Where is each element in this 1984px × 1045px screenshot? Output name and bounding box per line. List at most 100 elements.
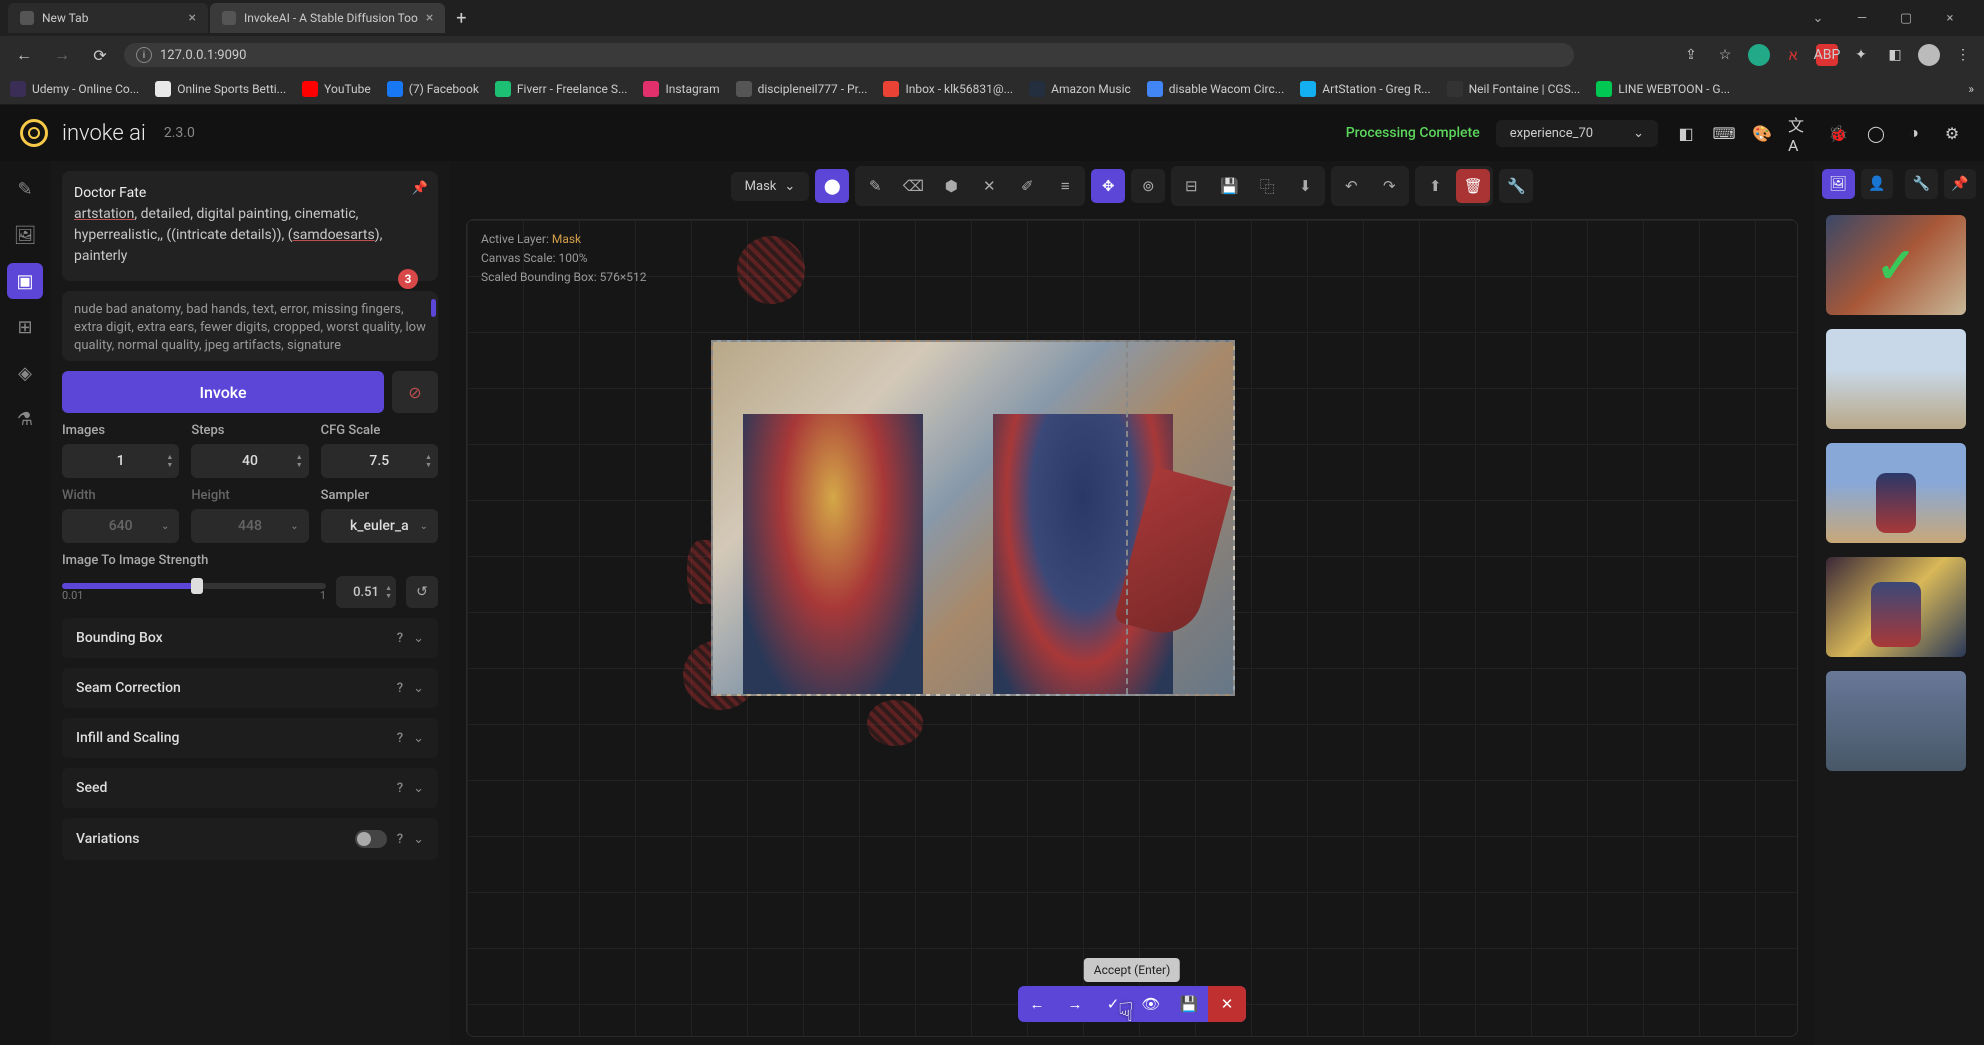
tool-brush-button[interactable]: ✎	[858, 169, 892, 203]
gallery-thumbnail[interactable]: ✓	[1826, 215, 1966, 315]
close-icon[interactable]: ×	[426, 10, 433, 26]
adblock-icon[interactable]: ABP	[1816, 44, 1838, 66]
profile-avatar[interactable]	[1918, 44, 1940, 66]
rail-img2img[interactable]: 🖼	[7, 217, 43, 253]
gallery-images-tab[interactable]: 🖼	[1822, 169, 1855, 199]
extension-icon[interactable]: א	[1782, 44, 1804, 66]
stepper-icon[interactable]: ▲▼	[425, 453, 432, 469]
save-staged-button[interactable]: 💾	[1170, 986, 1208, 1022]
help-icon[interactable]: ?	[397, 681, 403, 696]
canvas-settings-button[interactable]: 🔧	[1499, 169, 1533, 203]
accept-button[interactable]: ✓	[1094, 986, 1132, 1022]
generated-image[interactable]	[711, 340, 1235, 696]
rail-txt2img[interactable]: ✎	[7, 171, 43, 207]
extension-icon[interactable]	[1748, 44, 1770, 66]
save-canvas-button[interactable]: 💾	[1212, 169, 1246, 203]
prompt-input[interactable]: 📌 Doctor Fate artstation, detailed, digi…	[62, 171, 438, 281]
browser-tab[interactable]: InvokeAI - A Stable Diffusion Too ×	[210, 3, 445, 33]
extensions-icon[interactable]: ✦	[1850, 44, 1872, 66]
gallery-pin-button[interactable]: 📌	[1944, 169, 1977, 199]
github-icon[interactable]: ◯	[1864, 121, 1888, 145]
merge-button[interactable]: ⊟	[1174, 169, 1208, 203]
download-button[interactable]: ⬇	[1288, 169, 1322, 203]
bug-icon[interactable]: 🐞	[1826, 121, 1850, 145]
bookmark-star-icon[interactable]: ☆	[1714, 44, 1736, 66]
bookmarks-overflow-icon[interactable]: »	[1968, 82, 1974, 96]
stepper-icon[interactable]: ▲▼	[166, 453, 173, 469]
model-select[interactable]: experience_70 ⌄	[1496, 120, 1658, 147]
invoke-button[interactable]: Invoke	[62, 371, 384, 413]
accordion-bounding-box[interactable]: Bounding Box?⌄	[62, 618, 438, 658]
bookmark-item[interactable]: Inbox - klk56831@...	[883, 81, 1013, 97]
tool-eraser-button[interactable]: ⌫	[896, 169, 930, 203]
negative-prompt-input[interactable]: nude bad anatomy, bad hands, text, error…	[62, 291, 438, 361]
pin-icon[interactable]: 📌	[412, 179, 428, 199]
bookmark-item[interactable]: Amazon Music	[1029, 81, 1131, 97]
chevron-down-icon[interactable]: ⌄	[1800, 4, 1836, 32]
slider-thumb[interactable]	[191, 578, 203, 594]
side-panel-icon[interactable]: ◧	[1884, 44, 1906, 66]
tool-mask-button[interactable]: ⬤	[815, 169, 849, 203]
tool-options-button[interactable]: ≡	[1048, 169, 1082, 203]
cube-icon[interactable]: ◧	[1674, 121, 1698, 145]
height-select[interactable]: 448⌄	[191, 509, 308, 543]
maximize-icon[interactable]: ▢	[1888, 4, 1924, 32]
gallery-user-tab[interactable]: 👤	[1861, 169, 1894, 199]
new-tab-button[interactable]: +	[447, 4, 475, 32]
cancel-button[interactable]: ⊘	[392, 371, 438, 413]
bookmark-item[interactable]: Neil Fontaine | CGS...	[1447, 81, 1581, 97]
canvas-viewport[interactable]: Active Layer: Mask Canvas Scale: 100% Sc…	[466, 219, 1798, 1037]
gallery-settings-button[interactable]: 🔧	[1905, 169, 1938, 199]
close-window-icon[interactable]: ×	[1932, 4, 1968, 32]
bookmark-item[interactable]: Fiverr - Freelance S...	[495, 81, 628, 97]
reload-button[interactable]: ⟳	[86, 41, 114, 69]
next-button[interactable]: →	[1056, 986, 1094, 1022]
strength-slider[interactable]	[62, 583, 326, 589]
info-icon[interactable]: i	[136, 47, 152, 63]
settings-gear-icon[interactable]: ⚙	[1940, 121, 1964, 145]
bookmark-item[interactable]: discipleneil777 - Pr...	[736, 81, 868, 97]
accordion-seed[interactable]: Seed?⌄	[62, 768, 438, 808]
tool-clear-button[interactable]: ✕	[972, 169, 1006, 203]
forward-button[interactable]: →	[48, 41, 76, 69]
layer-select[interactable]: Mask⌄	[731, 172, 810, 201]
discord-icon[interactable]: ◑	[1902, 121, 1926, 145]
tool-eyedropper-button[interactable]: ✐	[1010, 169, 1044, 203]
bookmark-item[interactable]: Online Sports Betti...	[155, 81, 286, 97]
stepper-icon[interactable]: ▲▼	[385, 584, 392, 600]
gallery-thumbnail[interactable]	[1826, 671, 1966, 771]
width-select[interactable]: 640⌄	[62, 509, 179, 543]
bookmark-item[interactable]: Instagram	[643, 81, 719, 97]
menu-icon[interactable]: ⋮	[1952, 44, 1974, 66]
rail-postprocess[interactable]: ◈	[7, 355, 43, 391]
rail-canvas[interactable]: ▣	[7, 263, 43, 299]
bookmark-item[interactable]: Udemy - Online Co...	[10, 81, 139, 97]
undo-button[interactable]: ↶	[1334, 169, 1368, 203]
tool-move-button[interactable]: ✥	[1091, 169, 1125, 203]
browser-tab[interactable]: New Tab ×	[8, 3, 208, 33]
bookmark-item[interactable]: ArtStation - Greg R...	[1300, 81, 1430, 97]
url-input[interactable]: i 127.0.0.1:9090	[124, 43, 1574, 67]
help-icon[interactable]: ?	[397, 731, 403, 746]
keyboard-icon[interactable]: ⌨	[1712, 121, 1736, 145]
bookmark-item[interactable]: disable Wacom Circ...	[1147, 81, 1284, 97]
accordion-infill-scaling[interactable]: Infill and Scaling?⌄	[62, 718, 438, 758]
help-icon[interactable]: ?	[397, 832, 403, 847]
gallery-thumbnail[interactable]	[1826, 443, 1966, 543]
palette-icon[interactable]: 🎨	[1750, 121, 1774, 145]
stepper-icon[interactable]: ▲▼	[296, 453, 303, 469]
reset-strength-button[interactable]: ↺	[406, 576, 438, 608]
prev-button[interactable]: ←	[1018, 986, 1056, 1022]
bookmark-item[interactable]: LINE WEBTOON - G...	[1596, 81, 1730, 97]
language-icon[interactable]: 文A	[1788, 121, 1812, 145]
sampler-select[interactable]: k_euler_a⌄	[321, 509, 438, 543]
gallery-thumbnail[interactable]	[1826, 557, 1966, 657]
gallery-thumbnail[interactable]	[1826, 329, 1966, 429]
tool-fill-button[interactable]: ⬢	[934, 169, 968, 203]
scrollbar[interactable]	[431, 299, 436, 317]
minimize-icon[interactable]: —	[1844, 4, 1880, 32]
close-icon[interactable]: ×	[189, 10, 196, 26]
redo-button[interactable]: ↷	[1372, 169, 1406, 203]
tool-transform-button[interactable]: ⊚	[1131, 169, 1165, 203]
accordion-variations[interactable]: Variations?⌄	[62, 818, 438, 860]
